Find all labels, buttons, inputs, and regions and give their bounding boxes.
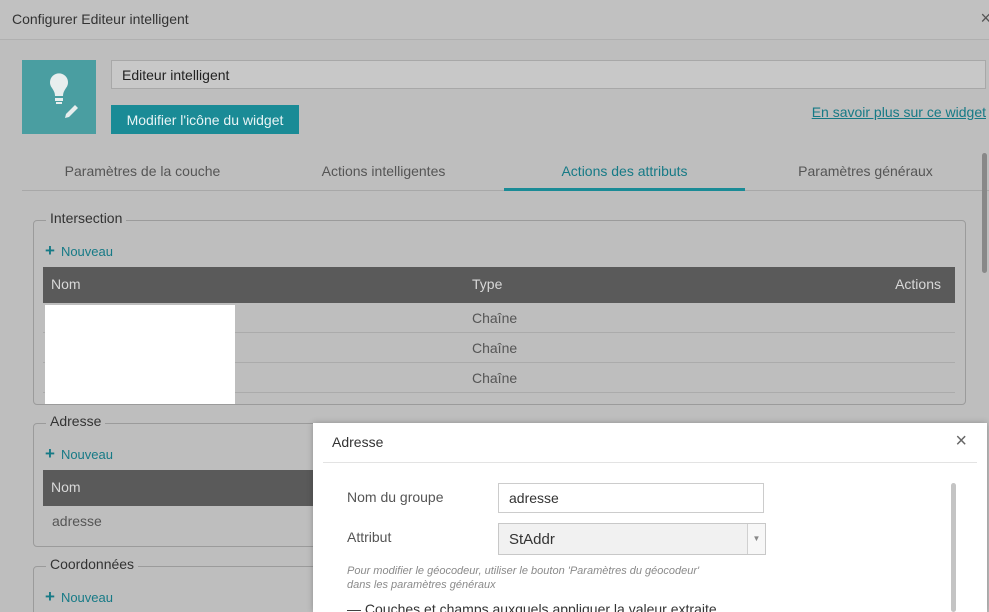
lightbulb-pencil-icon — [50, 73, 78, 118]
plus-icon: + — [45, 444, 55, 463]
hint-line: dans les paramètres généraux — [347, 579, 496, 591]
attribute-value: StAddr — [509, 531, 555, 548]
chevron-down-icon[interactable]: ▼ — [747, 524, 765, 554]
intersection-legend: Intersection — [46, 210, 127, 226]
table-row[interactable]: adresse — [43, 506, 313, 536]
coordinates-legend: Coordonnées — [46, 556, 139, 572]
plus-icon: + — [45, 587, 55, 606]
intersection-new-button[interactable]: + Nouveau — [45, 241, 113, 261]
row-type: Chaîne — [472, 310, 518, 326]
redacted-block — [45, 305, 235, 404]
widget-name-input[interactable] — [111, 60, 986, 89]
address-dialog: Adresse × Nom du groupe Attribut StAddr … — [313, 423, 987, 612]
window-titlebar: Configurer Editeur intelligent × — [0, 0, 989, 40]
coordinates-new-button[interactable]: + Nouveau — [45, 587, 113, 607]
col-actions: Actions — [895, 276, 941, 292]
group-name-label: Nom du groupe — [347, 489, 444, 505]
dialog-title: Adresse — [332, 434, 384, 450]
widget-icon-preview — [22, 60, 96, 134]
address-new-button[interactable]: + Nouveau — [45, 444, 113, 464]
active-tab-indicator — [504, 188, 745, 191]
tab-layer-settings[interactable]: Paramètres de la couche — [22, 163, 263, 179]
panel-scrollbar[interactable] — [982, 153, 987, 273]
new-label: Nouveau — [60, 447, 113, 462]
tab-smart-actions[interactable]: Actions intelligentes — [263, 163, 504, 179]
window-title: Configurer Editeur intelligent — [12, 11, 189, 27]
layers-fields-legend-text: Couches et champs auxquels appliquer la … — [364, 601, 717, 612]
close-icon[interactable]: × — [980, 8, 989, 29]
address-legend: Adresse — [46, 413, 106, 429]
attribute-label: Attribut — [347, 529, 392, 545]
change-icon-button[interactable]: Modifier l'icône du widget — [111, 105, 299, 134]
close-icon[interactable]: × — [955, 430, 967, 453]
tab-attribute-actions[interactable]: Actions des attributs — [504, 163, 745, 179]
address-table-header: Nom — [43, 470, 313, 506]
attribute-select[interactable]: StAddr ▼ — [498, 523, 766, 555]
col-name: Nom — [51, 479, 81, 495]
dialog-scrollbar[interactable] — [951, 483, 956, 612]
learn-more-link[interactable]: En savoir plus sur ce widget — [812, 104, 986, 120]
plus-icon: + — [45, 241, 55, 260]
intersection-table-header: Nom Type Actions — [43, 267, 955, 303]
tab-general-settings[interactable]: Paramètres généraux — [745, 163, 986, 179]
new-label: Nouveau — [60, 244, 113, 259]
col-type: Type — [472, 276, 503, 292]
row-name: adresse — [52, 513, 102, 529]
group-name-input[interactable] — [498, 483, 764, 513]
dialog-header: Adresse × — [323, 423, 977, 463]
col-name: Nom — [51, 276, 81, 292]
hint-line: Pour modifier le géocodeur, utiliser le … — [347, 565, 700, 577]
new-label: Nouveau — [60, 590, 113, 605]
tab-bar: Paramètres de la couche Actions intellig… — [22, 152, 989, 191]
geocoder-hint: Pour modifier le géocodeur, utiliser le … — [347, 564, 767, 592]
row-type: Chaîne — [472, 340, 518, 356]
layers-fields-legend: — Couches et champs auxquels appliquer l… — [347, 601, 717, 612]
row-type: Chaîne — [472, 370, 518, 386]
